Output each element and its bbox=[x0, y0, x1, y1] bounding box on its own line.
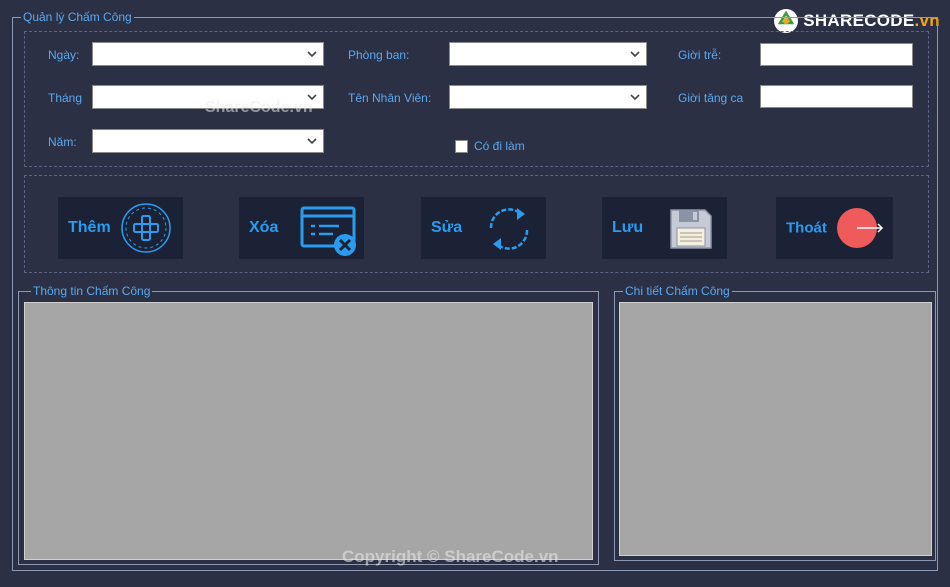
ngay-combobox[interactable] bbox=[92, 42, 324, 66]
thong-tin-title: Thông tin Chấm Công bbox=[31, 283, 153, 299]
thong-tin-grid[interactable] bbox=[24, 302, 593, 560]
sua-button-label: Sửa bbox=[431, 219, 463, 236]
them-button-label: Thêm bbox=[68, 219, 111, 236]
luu-button-label: Lưu bbox=[612, 219, 644, 236]
ten-nhan-vien-combobox[interactable] bbox=[449, 85, 647, 109]
ngay-label: Ngày: bbox=[48, 48, 80, 62]
nam-label: Năm: bbox=[48, 135, 77, 149]
copyright-watermark: Copyright © ShareCode.vn bbox=[342, 547, 559, 566]
luu-button[interactable]: Lưu bbox=[602, 197, 727, 259]
nam-combobox[interactable] bbox=[92, 129, 324, 153]
chevron-down-icon bbox=[630, 51, 640, 58]
thoat-button-label: Thoát bbox=[786, 219, 827, 237]
thoat-button[interactable]: Thoát bbox=[776, 197, 893, 259]
refresh-icon bbox=[489, 208, 529, 250]
gio-tang-ca-input[interactable] bbox=[760, 85, 913, 108]
gio-tre-label: Giời trễ: bbox=[678, 48, 722, 62]
chevron-down-icon bbox=[307, 51, 317, 58]
chevron-down-icon bbox=[630, 94, 640, 101]
xoa-button[interactable]: Xóa bbox=[239, 197, 364, 259]
them-button[interactable]: Thêm bbox=[58, 197, 183, 259]
gio-tre-input[interactable] bbox=[760, 43, 913, 66]
floppy-disk-icon bbox=[670, 209, 712, 249]
exit-circle-icon bbox=[837, 208, 884, 248]
ten-nhan-vien-label: Tên Nhân Viên: bbox=[348, 91, 432, 105]
watermark-text: ShareCode.vn bbox=[205, 99, 313, 116]
group-title: Quản lý Chấm Công bbox=[21, 9, 134, 25]
sua-button[interactable]: Sửa bbox=[421, 197, 546, 259]
xoa-button-label: Xóa bbox=[249, 219, 279, 236]
chevron-down-icon bbox=[307, 138, 317, 145]
co-di-lam-label: Có đi làm bbox=[474, 139, 525, 153]
chi-tiet-grid[interactable] bbox=[619, 302, 932, 556]
plus-circle-icon bbox=[121, 203, 171, 253]
co-di-lam-checkbox[interactable]: Có đi làm bbox=[455, 138, 525, 154]
delete-card-icon bbox=[300, 206, 356, 256]
gio-tang-ca-label: Giời tăng ca bbox=[678, 91, 744, 105]
chi-tiet-title: Chi tiết Chấm Công bbox=[623, 283, 732, 299]
phong-ban-combobox[interactable] bbox=[449, 42, 647, 66]
thang-label: Tháng bbox=[48, 91, 83, 105]
phong-ban-label: Phòng ban: bbox=[348, 48, 410, 62]
checkbox-box[interactable] bbox=[455, 139, 468, 153]
